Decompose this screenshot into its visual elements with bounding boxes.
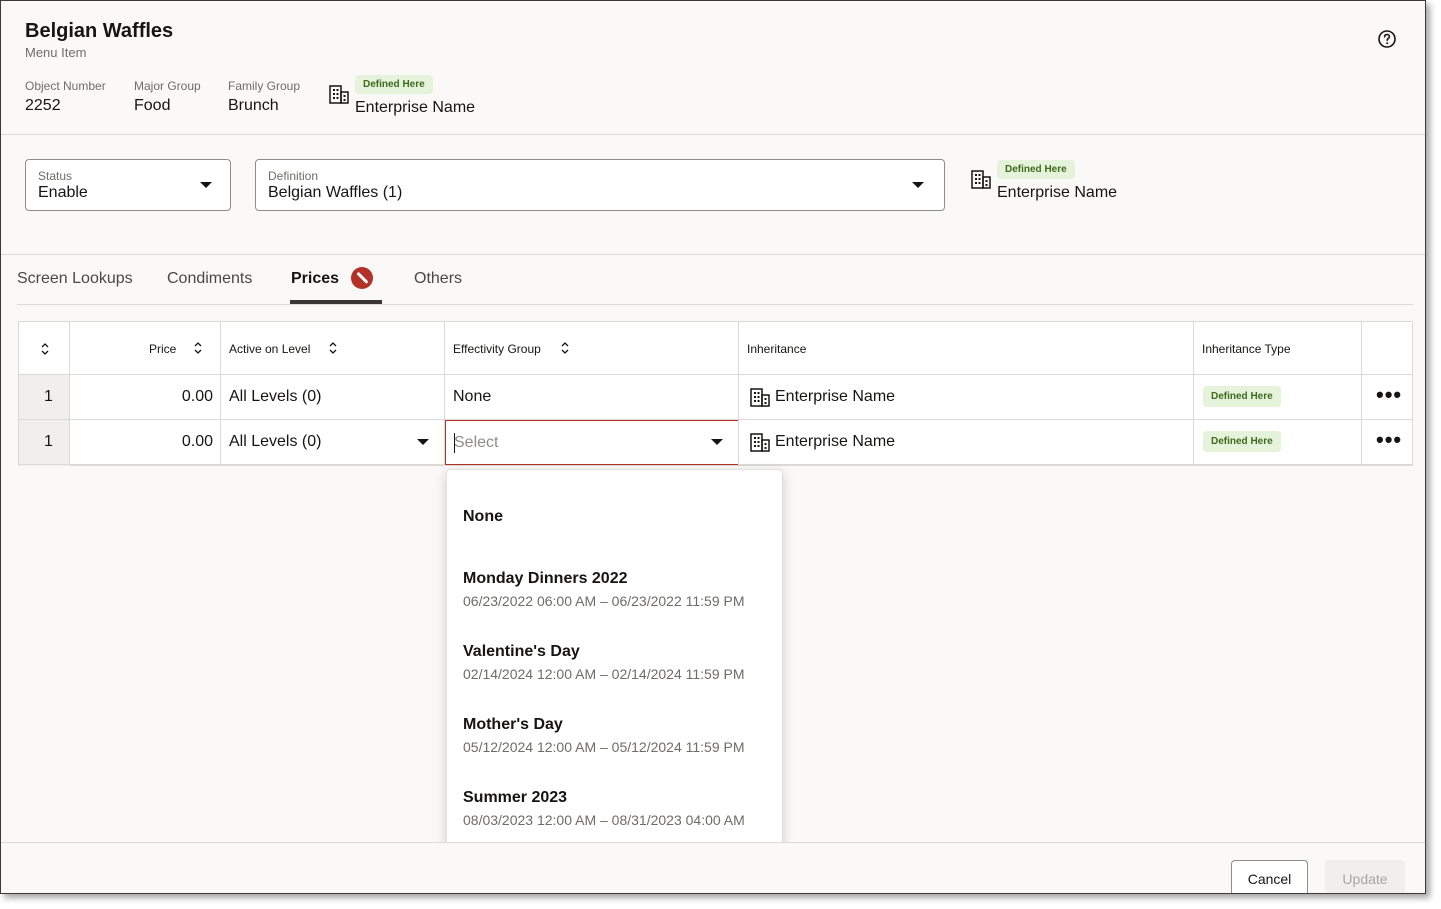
row-sequence: 1 bbox=[44, 433, 53, 450]
tab-screen-lookups[interactable]: Screen Lookups bbox=[17, 270, 133, 288]
definition-select[interactable]: Definition Belgian Waffles (1) bbox=[255, 159, 945, 211]
family-group-label: Family Group bbox=[228, 79, 301, 93]
dropdown-option[interactable]: Mother's Day 05/12/2024 12:00 AM – 05/12… bbox=[463, 716, 745, 755]
effectivity-group-value[interactable]: None bbox=[453, 388, 491, 406]
option-name: Valentine's Day bbox=[463, 643, 580, 660]
effectivity-group-placeholder: Select bbox=[454, 434, 499, 451]
status-value: Enable bbox=[38, 184, 88, 201]
menu-item-window: Belgian Waffles Menu Item Object Number … bbox=[0, 0, 1426, 894]
column-divider bbox=[220, 322, 221, 465]
more-actions-icon[interactable]: ••• bbox=[1376, 384, 1402, 406]
column-header-inheritance-type: Inheritance Type bbox=[1202, 342, 1291, 356]
page-title: Belgian Waffles bbox=[25, 20, 174, 42]
tab-prices[interactable]: Prices bbox=[291, 270, 339, 288]
building-icon bbox=[750, 433, 770, 452]
tab-bar: Screen Lookups Condiments Prices Others bbox=[17, 256, 1413, 305]
definition-value: Belgian Waffles (1) bbox=[268, 184, 403, 201]
column-divider bbox=[444, 322, 445, 465]
major-group-label: Major Group bbox=[134, 79, 201, 93]
footer-bar: Cancel Update bbox=[1, 842, 1425, 893]
sort-icon[interactable] bbox=[40, 342, 50, 356]
update-button[interactable]: Update bbox=[1325, 860, 1405, 893]
defined-here-badge: Defined Here bbox=[997, 160, 1075, 179]
table-row[interactable]: 1 0.00 All Levels (0) None Enterprise Na… bbox=[19, 375, 1412, 420]
effectivity-group-dropdown: None Monday Dinners 2022 06/23/2022 06:0… bbox=[446, 469, 783, 854]
column-header-effectivity-group[interactable]: Effectivity Group bbox=[453, 342, 541, 356]
price-value[interactable]: 0.00 bbox=[139, 388, 213, 406]
status-label: Status bbox=[38, 169, 73, 183]
active-on-level-value[interactable]: All Levels (0) bbox=[229, 388, 321, 406]
enterprise-name: Enterprise Name bbox=[997, 184, 1118, 201]
object-number-value: 2252 bbox=[25, 97, 61, 114]
dropdown-option[interactable]: Monday Dinners 2022 06/23/2022 06:00 AM … bbox=[463, 570, 745, 609]
family-group-field: Family Group Brunch bbox=[228, 79, 300, 115]
option-name: None bbox=[463, 508, 503, 525]
caret-down-icon[interactable] bbox=[711, 439, 723, 445]
defined-here-badge: Defined Here bbox=[355, 75, 433, 94]
object-number-field: Object Number 2252 bbox=[25, 79, 106, 115]
price-value[interactable]: 0.00 bbox=[139, 433, 213, 451]
inheritance-type-badge: Defined Here bbox=[1203, 431, 1281, 452]
sort-icon[interactable] bbox=[328, 341, 338, 355]
caret-down-icon bbox=[200, 182, 212, 188]
major-group-field: Major Group Food bbox=[134, 79, 201, 115]
prices-table: Price Active on Level Effectivity Group … bbox=[18, 321, 1413, 466]
error-circle-icon bbox=[351, 267, 373, 289]
option-dates: 08/03/2023 12:00 AM – 08/31/2023 04:00 A… bbox=[463, 812, 745, 828]
cancel-button[interactable]: Cancel bbox=[1231, 860, 1308, 893]
definition-section: Status Enable Definition Belgian Waffles… bbox=[1, 136, 1425, 255]
building-icon bbox=[329, 85, 349, 104]
column-header-active-on-level[interactable]: Active on Level bbox=[229, 342, 310, 356]
active-on-level-select[interactable]: All Levels (0) bbox=[229, 433, 321, 451]
row-sequence: 1 bbox=[44, 388, 53, 405]
effectivity-group-select[interactable]: Select bbox=[445, 420, 739, 465]
more-actions-icon[interactable]: ••• bbox=[1376, 429, 1402, 451]
caret-down-icon bbox=[912, 182, 924, 188]
tab-condiments[interactable]: Condiments bbox=[167, 270, 252, 288]
option-name: Monday Dinners 2022 bbox=[463, 570, 628, 587]
family-group-value: Brunch bbox=[228, 97, 279, 114]
table-header-row: Price Active on Level Effectivity Group … bbox=[19, 322, 1412, 375]
definition-label: Definition bbox=[268, 169, 319, 183]
dropdown-option-none[interactable]: None bbox=[463, 508, 503, 526]
column-divider bbox=[1193, 322, 1194, 465]
caret-down-icon[interactable] bbox=[417, 439, 429, 445]
column-divider bbox=[69, 322, 70, 465]
column-header-price[interactable]: Price bbox=[149, 342, 176, 356]
column-divider bbox=[1361, 322, 1362, 465]
sort-icon[interactable] bbox=[560, 341, 570, 355]
option-dates: 02/14/2024 12:00 AM – 02/14/2024 11:59 P… bbox=[463, 666, 745, 682]
dropdown-option[interactable]: Summer 2023 08/03/2023 12:00 AM – 08/31/… bbox=[463, 789, 745, 828]
inheritance-value: Enterprise Name bbox=[775, 388, 896, 405]
sort-icon[interactable] bbox=[193, 341, 203, 355]
inheritance-value: Enterprise Name bbox=[775, 433, 896, 450]
question-circle-icon[interactable] bbox=[1377, 29, 1397, 49]
inheritance-type-badge: Defined Here bbox=[1203, 386, 1281, 407]
option-name: Summer 2023 bbox=[463, 789, 568, 806]
object-number-label: Object Number bbox=[25, 79, 106, 93]
page-header: Belgian Waffles Menu Item Object Number … bbox=[1, 1, 1425, 135]
option-dates: 06/23/2022 06:00 AM – 06/23/2022 11:59 P… bbox=[463, 593, 745, 609]
dropdown-option[interactable]: Valentine's Day 02/14/2024 12:00 AM – 02… bbox=[463, 643, 745, 682]
page-subtitle: Menu Item bbox=[25, 45, 87, 60]
building-icon bbox=[971, 170, 991, 189]
tab-others[interactable]: Others bbox=[414, 270, 462, 288]
text-cursor bbox=[454, 433, 455, 453]
enterprise-name: Enterprise Name bbox=[355, 99, 476, 116]
option-dates: 05/12/2024 12:00 AM – 05/12/2024 11:59 P… bbox=[463, 739, 745, 755]
building-icon bbox=[750, 388, 770, 407]
active-tab-indicator bbox=[290, 300, 382, 304]
option-name: Mother's Day bbox=[463, 716, 563, 733]
major-group-value: Food bbox=[134, 97, 171, 114]
column-divider bbox=[738, 322, 739, 465]
column-header-inheritance: Inheritance bbox=[747, 342, 807, 356]
status-select[interactable]: Status Enable bbox=[25, 159, 231, 211]
